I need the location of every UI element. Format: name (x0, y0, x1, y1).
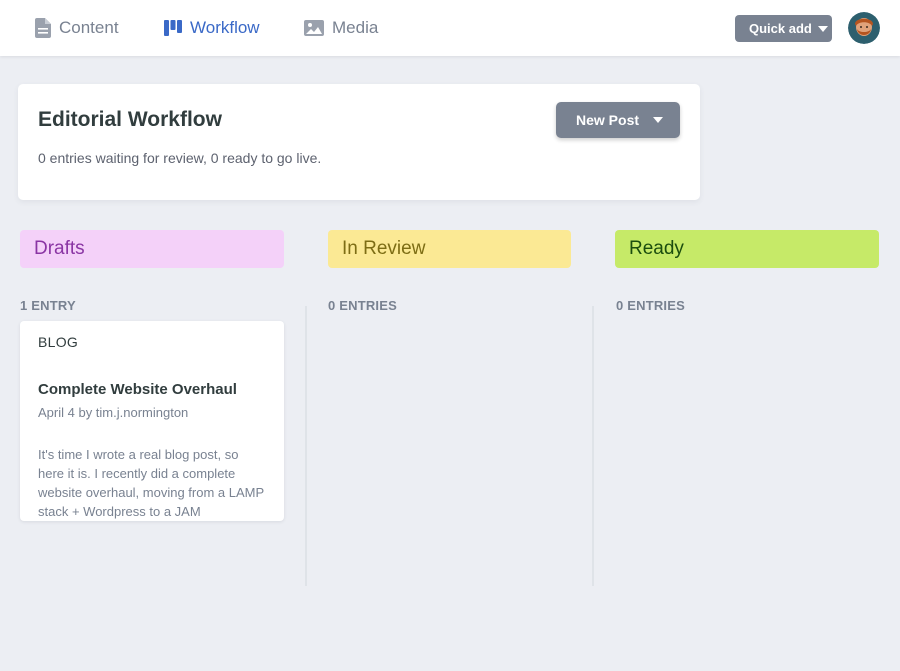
chevron-down-icon (817, 25, 828, 32)
document-icon (35, 18, 51, 38)
nav-tab-workflow[interactable]: Workflow (164, 0, 260, 56)
image-icon (304, 20, 324, 36)
nav-tab-media-label: Media (332, 18, 379, 37)
column-header-in-review: In Review (328, 230, 571, 268)
column-header-ready: Ready (615, 230, 879, 268)
kanban-icon (164, 20, 182, 36)
quick-add-label: Quick add (749, 21, 812, 36)
ready-entry-count: 0 ENTRIES (616, 298, 685, 313)
nav-tab-workflow-label: Workflow (190, 18, 260, 37)
entry-excerpt: It's time I wrote a real blog post, so h… (38, 447, 264, 519)
entry-collection: BLOG (38, 334, 79, 350)
page-title: Editorial Workflow (38, 108, 222, 131)
workflow-summary: 0 entries waiting for review, 0 ready to… (38, 150, 322, 166)
entry-meta: April 4 by tim.j.normington (38, 405, 189, 420)
quick-add-button[interactable]: Quick add (735, 15, 832, 42)
user-avatar[interactable] (848, 12, 880, 44)
drafts-entry-count: 1 ENTRY (20, 298, 76, 313)
nav-tab-content-label: Content (59, 18, 119, 37)
in-review-entry-count: 0 ENTRIES (328, 298, 397, 313)
column-divider (592, 306, 594, 586)
chevron-down-icon (653, 117, 664, 123)
top-nav-bar: Content Workflow Media Quick add (0, 0, 900, 56)
new-post-label: New Post (576, 112, 640, 128)
column-header-drafts: Drafts (20, 230, 284, 268)
nav-tab-content[interactable]: Content (35, 0, 119, 56)
workflow-header-card: Editorial Workflow 0 entries waiting for… (18, 84, 700, 200)
entry-title: Complete Website Overhaul (38, 381, 237, 398)
new-post-button[interactable]: New Post (556, 102, 680, 138)
column-divider (305, 306, 307, 586)
entry-card[interactable]: BLOG Complete Website Overhaul April 4 b… (20, 321, 284, 521)
nav-tab-media[interactable]: Media (304, 0, 378, 56)
